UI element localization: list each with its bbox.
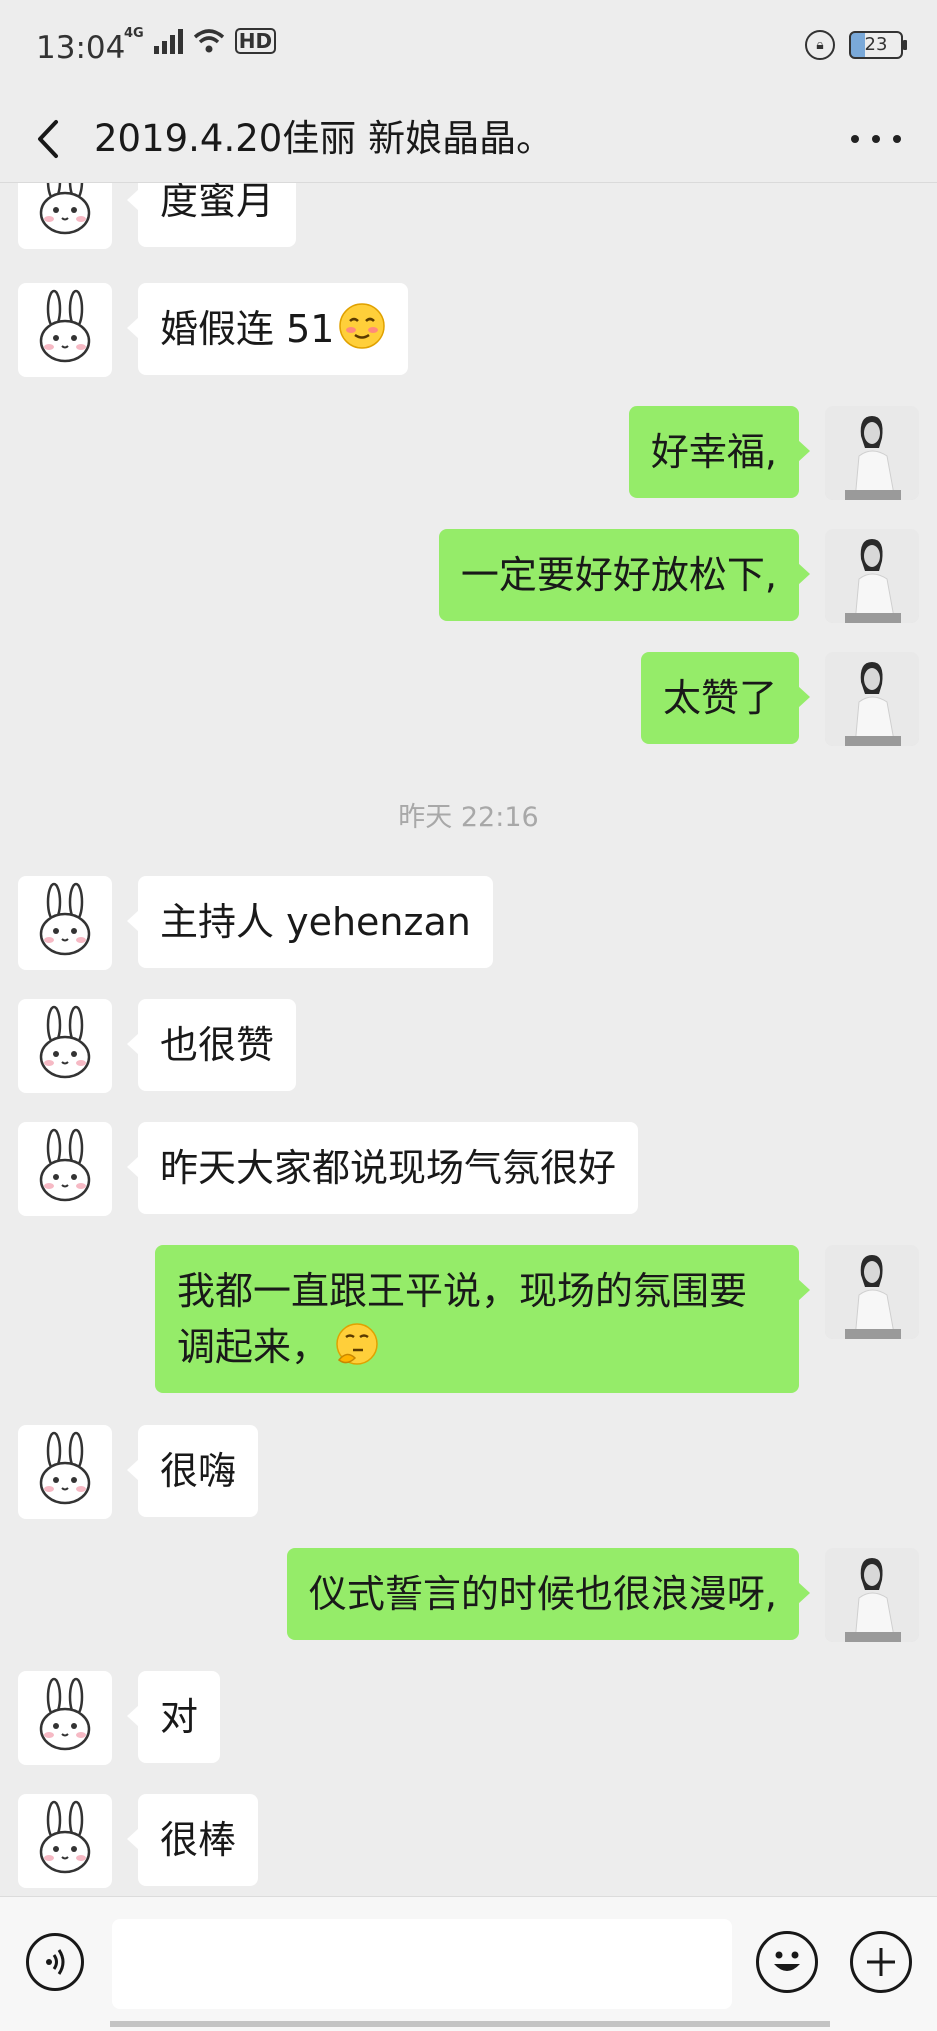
portrait-photo-avatar <box>825 529 919 623</box>
chat-title: 2019.4.20佳丽 新娘晶晶。 <box>94 117 554 160</box>
back-arrow-icon[interactable] <box>32 114 72 164</box>
wifi-icon <box>193 29 224 53</box>
bunny-avatar-icon <box>39 1800 91 1874</box>
portrait-photo-avatar <box>825 652 919 746</box>
bunny-avatar-icon <box>39 1677 91 1751</box>
user-avatar[interactable] <box>825 652 919 746</box>
message-bubble-incoming[interactable]: 对 <box>126 1671 221 1763</box>
message-bubble-incoming[interactable]: 昨天大家都说现场气氛很好 <box>126 1122 639 1214</box>
message-row: 婚假连 51 <box>0 283 937 379</box>
contact-avatar[interactable] <box>18 876 112 970</box>
message-row: 一定要好好放松下, <box>0 529 937 625</box>
signal-icon <box>153 28 183 54</box>
plus-icon <box>867 1948 895 1976</box>
chat-input-bar <box>0 1896 937 2031</box>
message-bubble-outgoing[interactable]: 我都一直跟王平说，现场的氛围要调起来， <box>155 1245 810 1393</box>
bunny-avatar-icon <box>39 289 91 363</box>
contact-avatar[interactable] <box>18 1794 112 1888</box>
message-text: 我都一直跟王平说，现场的氛围要调起来， <box>177 1269 748 1369</box>
contact-avatar[interactable] <box>18 283 112 377</box>
chat-message-list[interactable]: 度蜜月 婚假连 51 好幸福, 一定要好好放松下, 太赞了 昨天 22:16 主… <box>0 183 937 1896</box>
message-row: 对 <box>0 1671 937 1767</box>
contact-avatar[interactable] <box>18 183 112 249</box>
contact-avatar[interactable] <box>18 1122 112 1216</box>
user-avatar[interactable] <box>825 1245 919 1339</box>
thinking-face-icon <box>336 1323 378 1365</box>
battery-icon: 23 <box>849 31 907 59</box>
message-bubble-outgoing[interactable]: 仪式誓言的时候也很浪漫呀, <box>286 1548 811 1640</box>
message-row: 也很赞 <box>0 999 937 1095</box>
status-icons-left: 4G HD <box>124 25 277 54</box>
message-row: 仪式誓言的时候也很浪漫呀, <box>0 1548 937 1644</box>
message-bubble-outgoing[interactable]: 好幸福, <box>628 406 811 498</box>
message-bubble-incoming[interactable]: 很嗨 <box>126 1425 259 1517</box>
status-time: 13:04 <box>36 30 126 66</box>
message-bubble-outgoing[interactable]: 一定要好好放松下, <box>438 529 811 621</box>
blush-face-icon <box>339 303 386 349</box>
message-row: 我都一直跟王平说，现场的氛围要调起来， <box>0 1245 937 1397</box>
message-bubble-incoming[interactable]: 很棒 <box>126 1794 259 1886</box>
voice-input-button[interactable] <box>26 1933 84 1991</box>
message-input[interactable] <box>112 1919 732 2009</box>
more-functions-button[interactable] <box>850 1931 912 1993</box>
status-icons-right: 🔒︎ 23 <box>805 30 907 60</box>
home-indicator <box>110 2021 830 2027</box>
message-bubble-incoming[interactable]: 也很赞 <box>126 999 297 1091</box>
emoji-button[interactable] <box>756 1931 818 1993</box>
bunny-avatar-icon <box>39 1005 91 1079</box>
message-bubble-outgoing[interactable]: 太赞了 <box>640 652 811 744</box>
bunny-avatar-icon <box>39 1128 91 1202</box>
status-bar: 13:04 4G HD 🔒︎ 23 <box>0 0 937 96</box>
user-avatar[interactable] <box>825 529 919 623</box>
message-text: 婚假连 51 <box>160 307 335 351</box>
bunny-avatar-icon <box>39 882 91 956</box>
more-options-icon[interactable] <box>851 124 901 154</box>
message-bubble-incoming[interactable]: 主持人 yehenzan <box>127 876 493 968</box>
rotation-lock-icon: 🔒︎ <box>805 30 835 60</box>
contact-avatar[interactable] <box>18 1425 112 1519</box>
user-avatar[interactable] <box>825 406 919 500</box>
portrait-photo-avatar <box>825 1245 919 1339</box>
portrait-photo-avatar <box>825 406 919 500</box>
message-row: 昨天大家都说现场气氛很好 <box>0 1122 937 1218</box>
bunny-avatar-icon <box>39 1431 91 1505</box>
user-avatar[interactable] <box>825 1548 919 1642</box>
message-row: 度蜜月 <box>0 183 937 251</box>
smiley-icon <box>774 1951 800 1971</box>
bunny-avatar-icon <box>39 183 91 235</box>
message-bubble-incoming[interactable]: 婚假连 51 <box>126 283 409 375</box>
chat-header: 2019.4.20佳丽 新娘晶晶。 <box>0 96 937 183</box>
message-row: 很棒 <box>0 1794 937 1890</box>
portrait-photo-avatar <box>825 1548 919 1642</box>
message-row: 太赞了 <box>0 652 937 748</box>
message-row: 好幸福, <box>0 406 937 502</box>
message-row: 主持人 yehenzan <box>0 876 937 972</box>
contact-avatar[interactable] <box>18 999 112 1093</box>
hd-icon: HD <box>234 28 277 54</box>
voice-icon <box>46 1949 65 1975</box>
message-bubble-incoming[interactable]: 度蜜月 <box>126 183 297 247</box>
network-type: 4G <box>124 25 144 41</box>
chat-timestamp: 昨天 22:16 <box>398 802 539 833</box>
message-row: 很嗨 <box>0 1425 937 1521</box>
contact-avatar[interactable] <box>18 1671 112 1765</box>
